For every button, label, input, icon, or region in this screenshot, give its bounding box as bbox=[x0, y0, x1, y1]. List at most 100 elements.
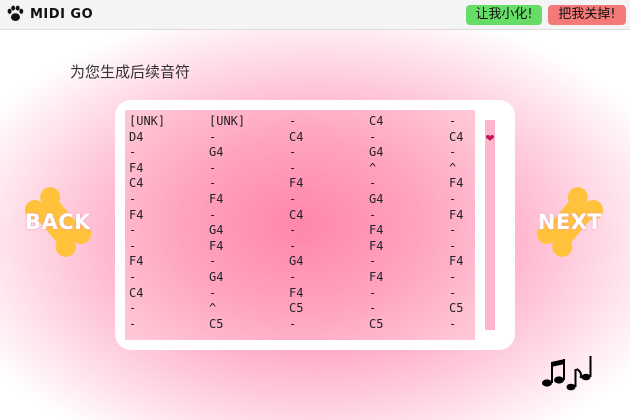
note-row: F4 - G4 - F4 bbox=[129, 254, 475, 270]
note-cell: - bbox=[369, 254, 377, 269]
note-cell: [UNK] bbox=[209, 114, 246, 128]
note-cell: - bbox=[129, 145, 137, 160]
note-cell: - bbox=[289, 238, 297, 253]
note-cell: [UNK] bbox=[129, 114, 166, 128]
minimize-button[interactable]: 让我小化! bbox=[466, 5, 542, 25]
next-button[interactable]: NEXT bbox=[530, 182, 610, 262]
note-cell: G4 bbox=[369, 145, 384, 160]
note-cell: - bbox=[129, 223, 137, 238]
note-cell: G4 bbox=[209, 269, 224, 284]
note-cell: - bbox=[129, 191, 137, 206]
back-label: BACK bbox=[25, 210, 91, 234]
notes-panel: [UNK] [UNK] - C4- D4- C4- C4- G4- G4- F4- - ^ ^ C4- F4… bbox=[115, 100, 515, 350]
note-row: F4 - C4 - F4 bbox=[129, 208, 475, 224]
note-row: - G4 - F4 - bbox=[129, 223, 475, 239]
notes-grid: [UNK] [UNK] - C4- D4- C4- C4- G4- G4- F4- - ^ ^ C4- F4… bbox=[129, 114, 475, 332]
note-cell: - bbox=[449, 191, 457, 206]
note-cell: C4 bbox=[449, 129, 464, 144]
app-title: MIDI GO bbox=[30, 7, 94, 22]
note-cell: F4 bbox=[289, 176, 304, 191]
note-cell: - bbox=[129, 269, 137, 284]
next-label: NEXT bbox=[537, 210, 603, 234]
note-cell: G4 bbox=[369, 191, 384, 206]
note-cell: F4 bbox=[129, 207, 144, 222]
note-row: D4 - C4 - C4 bbox=[129, 130, 475, 146]
notes-scroll-area[interactable]: [UNK] [UNK] - C4- D4- C4- C4- G4- G4- F4- - ^ ^ C4- F4… bbox=[125, 110, 475, 340]
note-cell: F4 bbox=[449, 176, 464, 191]
note-cell: - bbox=[209, 129, 217, 144]
note-cell: - bbox=[289, 223, 297, 238]
back-button[interactable]: BACK bbox=[18, 182, 98, 262]
note-cell: - bbox=[209, 176, 217, 191]
note-cell: F4 bbox=[289, 285, 304, 300]
note-cell: - bbox=[129, 238, 137, 253]
note-cell: C4 bbox=[289, 129, 304, 144]
note-cell: - bbox=[369, 176, 377, 191]
note-cell: ^ bbox=[369, 160, 377, 175]
note-cell: F4 bbox=[369, 238, 384, 253]
title-bar: MIDI GO 让我小化! 把我关掉! bbox=[0, 0, 630, 30]
note-cell: - bbox=[209, 254, 217, 269]
note-cell: - bbox=[449, 114, 457, 128]
note-cell: - bbox=[449, 238, 457, 253]
note-row: F4 - - ^ ^ bbox=[129, 161, 475, 177]
note-cell: - bbox=[289, 316, 297, 331]
note-row: - F4 - G4 - bbox=[129, 192, 475, 208]
note-cell: - bbox=[449, 316, 457, 331]
note-cell: - bbox=[289, 160, 297, 175]
note-row: C4 - F4 - - bbox=[129, 286, 475, 302]
note-cell: C5 bbox=[369, 316, 384, 331]
note-row: - F4 - F4 - bbox=[129, 239, 475, 255]
music-notes-icon bbox=[542, 356, 592, 391]
note-cell: - bbox=[209, 285, 217, 300]
note-cell: G4 bbox=[289, 254, 304, 269]
note-cell: - bbox=[369, 301, 377, 316]
note-cell: - bbox=[449, 269, 457, 284]
note-cell: C4 bbox=[129, 285, 144, 300]
note-cell: - bbox=[369, 285, 377, 300]
note-cell: - bbox=[129, 316, 137, 331]
note-cell: F4 bbox=[449, 254, 464, 269]
note-cell: - bbox=[209, 160, 217, 175]
note-cell: - bbox=[289, 269, 297, 284]
note-cell: C5 bbox=[289, 301, 304, 316]
note-row: - G4 - F4 - bbox=[129, 270, 475, 286]
note-row: - C5 - C5 - bbox=[129, 317, 475, 333]
note-cell: - bbox=[289, 145, 297, 160]
main-area: 为您生成后续音符 BACK NEXT [UNK][UNK] - C4 - D4 … bbox=[0, 30, 630, 420]
page-subtitle: 为您生成后续音符 bbox=[70, 63, 191, 81]
note-cell: - bbox=[449, 223, 457, 238]
note-cell: - bbox=[449, 285, 457, 300]
note-cell: - bbox=[369, 129, 377, 144]
note-cell: F4 bbox=[369, 223, 384, 238]
note-cell: - bbox=[449, 145, 457, 160]
note-cell: D4 bbox=[129, 129, 144, 144]
note-cell: - bbox=[129, 301, 137, 316]
note-row: [UNK] [UNK] - C4 - bbox=[129, 114, 475, 130]
note-cell: ^ bbox=[449, 160, 457, 175]
note-cell: G4 bbox=[209, 223, 224, 238]
note-cell: - bbox=[209, 207, 217, 222]
note-cell: F4 bbox=[369, 269, 384, 284]
note-cell: F4 bbox=[209, 238, 224, 253]
note-cell: G4 bbox=[209, 145, 224, 160]
heart-icon[interactable]: ❤ bbox=[485, 133, 495, 145]
note-cell: C4 bbox=[129, 176, 144, 191]
note-cell: F4 bbox=[209, 191, 224, 206]
note-cell: - bbox=[369, 207, 377, 222]
note-cell: C5 bbox=[449, 301, 464, 316]
note-cell: C4 bbox=[289, 207, 304, 222]
paw-icon bbox=[7, 5, 24, 22]
note-row: - G4 - G4 - bbox=[129, 145, 475, 161]
note-cell: - bbox=[289, 191, 297, 206]
note-cell: C4 bbox=[369, 114, 384, 128]
note-cell: F4 bbox=[129, 254, 144, 269]
note-cell: C5 bbox=[209, 316, 224, 331]
note-cell: - bbox=[289, 114, 297, 128]
note-cell: ^ bbox=[209, 301, 217, 316]
note-row: C4 - F4 - F4 bbox=[129, 176, 475, 192]
note-row: - ^ C5 - C5 bbox=[129, 301, 475, 317]
scrollbar-track[interactable] bbox=[485, 120, 495, 330]
close-button[interactable]: 把我关掉! bbox=[548, 5, 626, 25]
note-cell: F4 bbox=[449, 207, 464, 222]
